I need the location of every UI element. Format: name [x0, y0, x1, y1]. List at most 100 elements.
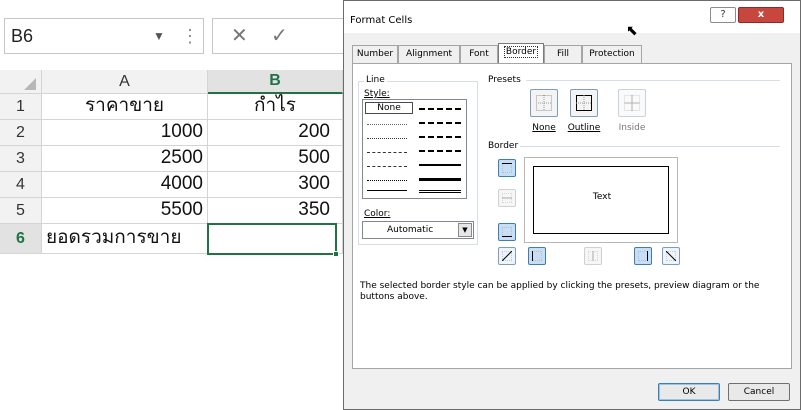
line-style-none[interactable]: None: [365, 102, 413, 114]
border-top-icon: [502, 163, 512, 173]
border-diagonal-up-button[interactable]: [498, 247, 516, 265]
cell-a6[interactable]: ยอดรวมการขาย: [42, 224, 208, 254]
border-inside-horizontal-icon: [502, 193, 512, 203]
row-header[interactable]: 1: [0, 94, 42, 120]
cell-b5[interactable]: 350: [208, 198, 343, 224]
border-right-icon: [638, 251, 648, 261]
close-button[interactable]: x: [738, 7, 784, 23]
line-style-dotted[interactable]: [367, 138, 407, 139]
border-diagonal-down-button[interactable]: [662, 247, 680, 265]
line-style-medium[interactable]: [419, 164, 461, 166]
cell-a5[interactable]: 5500: [42, 198, 208, 224]
spreadsheet: B6 ▼ ⋮ ✕ ✓ A B 1 ราคาขาย กำไร 2 1000 200…: [0, 0, 343, 410]
line-style-dash-dot[interactable]: [367, 166, 407, 167]
line-style-dashed[interactable]: [367, 180, 407, 181]
active-cell-outline: [207, 223, 337, 255]
cell-b2[interactable]: 200: [208, 120, 343, 146]
row-header[interactable]: 4: [0, 172, 42, 198]
border-bottom-icon: [502, 227, 512, 237]
row-header[interactable]: 5: [0, 198, 42, 224]
border-top-button[interactable]: [498, 159, 516, 177]
name-box[interactable]: B6 ▼ ⋮: [4, 18, 204, 54]
line-style-dash-dot-dot[interactable]: [367, 152, 407, 153]
border-preview[interactable]: Text: [524, 157, 678, 243]
border-group-label: Border: [488, 141, 519, 151]
help-button[interactable]: ?: [710, 7, 736, 23]
line-style-thick[interactable]: [419, 178, 461, 181]
formula-buttons: ✕ ✓: [212, 18, 343, 54]
border-left-icon: [532, 251, 542, 261]
dialog-titlebar: Format Cells ? x ⬉: [344, 1, 800, 39]
name-box-value: B6: [11, 26, 34, 46]
tab-fill[interactable]: Fill: [544, 45, 582, 63]
color-label: Color:: [364, 209, 391, 219]
color-value: Automatic: [387, 225, 434, 235]
presets-group-label: Presets: [488, 75, 521, 85]
cell-b3[interactable]: 500: [208, 146, 343, 172]
cell-b4[interactable]: 300: [208, 172, 343, 198]
border-left-button[interactable]: [528, 247, 546, 265]
mouse-cursor-icon: ⬉: [626, 23, 638, 39]
ok-button[interactable]: OK: [658, 383, 720, 401]
checkmark-icon[interactable]: ✓: [271, 23, 288, 48]
cell-a1[interactable]: ราคาขาย: [42, 94, 208, 120]
tab-border[interactable]: Border: [498, 43, 544, 63]
cell-b1[interactable]: กำไร: [208, 94, 343, 120]
preset-inside-icon: [624, 95, 640, 111]
preset-outline-icon: [576, 95, 592, 111]
tab-border-label: Border: [503, 46, 539, 58]
border-divider: [520, 146, 780, 147]
line-style-medium-dash-dot-dot[interactable]: [419, 108, 461, 110]
chevron-down-icon[interactable]: ▼: [153, 19, 165, 53]
preset-none-button[interactable]: [530, 89, 558, 117]
border-inside-horizontal-button[interactable]: [498, 189, 516, 207]
border-bottom-button[interactable]: [498, 223, 516, 241]
line-style-list[interactable]: None: [362, 99, 467, 199]
cell-a2[interactable]: 1000: [42, 120, 208, 146]
line-style-medium-dashed[interactable]: [419, 150, 461, 152]
color-dropdown[interactable]: Automatic ▼: [362, 221, 474, 239]
more-icon: ⋮: [181, 26, 199, 46]
cancel-icon[interactable]: ✕: [231, 23, 248, 48]
line-style-hair[interactable]: [367, 124, 407, 125]
cell-a4[interactable]: 4000: [42, 172, 208, 198]
border-description: The selected border style can be applied…: [360, 281, 760, 302]
column-header-a[interactable]: A: [42, 70, 208, 94]
line-group-label: Line: [364, 75, 387, 85]
format-cells-dialog: Format Cells ? x ⬉ Number Alignment Font…: [343, 0, 801, 410]
select-all-corner[interactable]: [0, 70, 42, 94]
diagonal-down-icon: [666, 251, 676, 261]
row-header[interactable]: 3: [0, 146, 42, 172]
border-right-button[interactable]: [634, 247, 652, 265]
column-header-b[interactable]: B: [208, 70, 343, 94]
line-style-slanted-dash-dot[interactable]: [419, 122, 461, 124]
row-header[interactable]: 2: [0, 120, 42, 146]
presets-divider: [526, 80, 780, 81]
formula-bar: B6 ▼ ⋮ ✕ ✓: [0, 14, 343, 58]
row-header[interactable]: 6: [0, 224, 42, 254]
cancel-button[interactable]: Cancel: [728, 383, 790, 401]
preview-text: Text: [592, 192, 612, 202]
border-inside-vertical-button[interactable]: [584, 247, 602, 265]
line-style-medium-dash-dot[interactable]: [419, 136, 461, 138]
chevron-down-icon[interactable]: ▼: [458, 223, 472, 237]
cell-a3[interactable]: 2500: [42, 146, 208, 172]
preset-none-icon: [536, 95, 552, 111]
preset-outline-label: Outline: [567, 123, 601, 133]
preset-inside-label: Inside: [618, 123, 646, 133]
border-inside-vertical-icon: [588, 251, 598, 261]
style-label: Style:: [364, 89, 390, 99]
line-style-thin[interactable]: [367, 190, 407, 191]
line-style-double[interactable]: [419, 190, 461, 193]
diagonal-up-icon: [502, 251, 512, 261]
tab-protection[interactable]: Protection: [582, 45, 642, 63]
preset-outline-button[interactable]: [570, 89, 598, 117]
fill-handle[interactable]: [333, 251, 339, 257]
dialog-title: Format Cells: [350, 15, 413, 26]
preset-inside-button[interactable]: [618, 89, 646, 117]
tab-font[interactable]: Font: [460, 45, 498, 63]
tab-alignment[interactable]: Alignment: [398, 45, 460, 63]
tab-number[interactable]: Number: [352, 45, 398, 63]
ribbon-strip: [0, 0, 343, 14]
select-all-icon: [24, 78, 36, 90]
